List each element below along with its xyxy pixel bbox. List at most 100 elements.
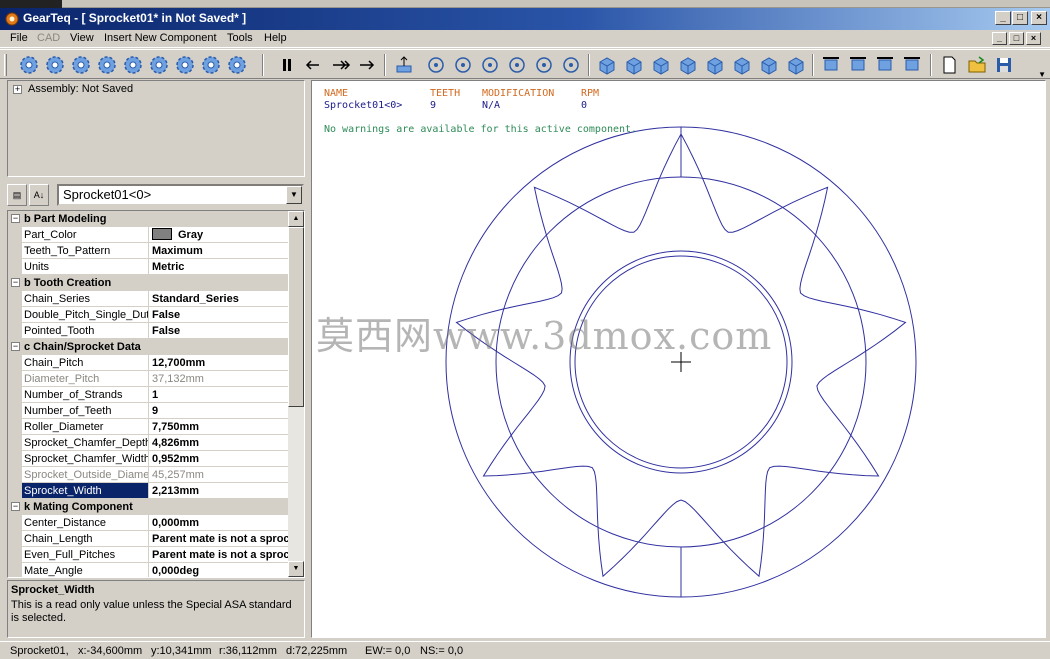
property-name[interactable]: Teeth_To_Pattern [22, 243, 149, 259]
property-row[interactable]: Sprocket_Chamfer_Width 0,952mm [8, 451, 289, 467]
tree-item-assembly[interactable]: Assembly: Not Saved [28, 83, 133, 95]
open-file-icon[interactable] [966, 54, 988, 76]
categorized-view-icon[interactable]: ▤ [7, 184, 27, 206]
view-iso-icon[interactable] [758, 54, 780, 76]
property-category[interactable]: − b Part Modeling [8, 211, 289, 227]
property-row[interactable]: Roller_Diameter 7,750mm [8, 419, 289, 435]
property-name[interactable]: Sprocket_Width [22, 483, 149, 499]
rotate-icon[interactable] [506, 54, 528, 76]
property-row[interactable]: Part_Color Gray [8, 227, 289, 243]
property-category[interactable]: − b Tooth Creation [8, 275, 289, 291]
property-name[interactable]: Sprocket_Chamfer_Depth [22, 435, 149, 451]
property-name[interactable]: Chain_Pitch [22, 355, 149, 371]
view-normal-icon[interactable] [785, 54, 807, 76]
menu-help[interactable]: Help [264, 32, 287, 44]
property-value[interactable]: False [149, 323, 289, 339]
property-row[interactable]: Number_of_Strands 1 [8, 387, 289, 403]
pulley-icon[interactable] [200, 54, 222, 76]
property-row[interactable]: Chain_Series Standard_Series [8, 291, 289, 307]
component-select[interactable]: Sprocket01<0> ▼ [57, 184, 304, 206]
property-row[interactable]: Chain_LengthParent mate is not a sprocke… [8, 531, 289, 547]
chevron-down-icon[interactable]: ▼ [286, 186, 302, 204]
property-value[interactable]: 45,257mm [149, 467, 289, 483]
property-row[interactable]: Double_Pitch_Single_Duty False [8, 307, 289, 323]
property-value[interactable]: Parent mate is not a sprocket [149, 531, 289, 547]
property-row[interactable]: Chain_Pitch 12,700mm [8, 355, 289, 371]
collapse-icon[interactable]: − [11, 278, 20, 287]
mdi-restore-button[interactable]: □ [1009, 32, 1024, 45]
menu-insert-new-component[interactable]: Insert New Component [104, 32, 217, 44]
zoom-in-icon[interactable] [479, 54, 501, 76]
view-front-icon[interactable] [596, 54, 618, 76]
property-value[interactable]: 1 [149, 387, 289, 403]
title-bar[interactable]: GearTeq - [ Sprocket01* in Not Saved* ] … [0, 8, 1050, 30]
view-bottom-icon[interactable] [677, 54, 699, 76]
close-button[interactable]: × [1031, 11, 1047, 25]
property-name[interactable]: Double_Pitch_Single_Duty [22, 307, 149, 323]
mdi-close-button[interactable]: × [1026, 32, 1041, 45]
zoom-window-icon[interactable] [452, 54, 474, 76]
property-row[interactable]: Sprocket_Outside_Diameter 45,257mm [8, 467, 289, 483]
minimize-button[interactable]: _ [995, 11, 1011, 25]
step-forward-icon[interactable] [356, 54, 378, 76]
scroll-down-icon[interactable]: ▼ [288, 561, 304, 577]
property-name[interactable]: Pointed_Tooth [22, 323, 149, 339]
menu-file[interactable]: File [10, 32, 28, 44]
property-value[interactable]: 0,000deg [149, 563, 289, 577]
property-value[interactable]: 12,700mm [149, 355, 289, 371]
view-back-icon[interactable] [623, 54, 645, 76]
property-row[interactable]: Number_of_Teeth 9 [8, 403, 289, 419]
pan-icon[interactable] [533, 54, 555, 76]
property-name[interactable]: Part_Color [22, 227, 149, 243]
property-name[interactable]: Chain_Length [22, 531, 149, 547]
menu-view[interactable]: View [70, 32, 94, 44]
view-right-icon[interactable] [731, 54, 753, 76]
property-row[interactable]: Units Metric [8, 259, 289, 275]
property-name[interactable]: Mate_Angle [22, 563, 149, 577]
property-value[interactable]: Parent mate is not a sprocket [149, 547, 289, 563]
color-swatch[interactable] [152, 228, 172, 240]
property-value[interactable]: Gray [149, 227, 289, 243]
property-row[interactable]: Center_Distance 0,000mm [8, 515, 289, 531]
property-name[interactable]: Diameter_Pitch [22, 371, 149, 387]
scroll-thumb[interactable] [288, 227, 304, 407]
property-name[interactable]: Sprocket_Outside_Diameter [22, 467, 149, 483]
rack-icon[interactable] [122, 54, 144, 76]
align-top-icon[interactable] [820, 54, 842, 76]
property-row[interactable]: Pointed_Tooth False [8, 323, 289, 339]
drawing-canvas[interactable]: NAME TEETH MODIFICATION RPM Sprocket01<0… [311, 80, 1046, 638]
property-value[interactable]: 9 [149, 403, 289, 419]
property-row[interactable]: Teeth_To_Pattern Maximum [8, 243, 289, 259]
property-name[interactable]: Center_Distance [22, 515, 149, 531]
property-value[interactable]: Metric [149, 259, 289, 275]
property-value[interactable]: False [149, 307, 289, 323]
property-name[interactable]: Number_of_Teeth [22, 403, 149, 419]
pause-icon[interactable] [276, 54, 298, 76]
scroll-up-icon[interactable]: ▲ [288, 211, 304, 227]
menu-tools[interactable]: Tools [227, 32, 253, 44]
chain-icon[interactable] [174, 54, 196, 76]
zoom-fit-icon[interactable] [425, 54, 447, 76]
collapse-icon[interactable]: − [11, 342, 20, 351]
property-row[interactable]: Sprocket_Chamfer_Depth 4,826mm [8, 435, 289, 451]
property-value[interactable]: Maximum [149, 243, 289, 259]
property-row[interactable]: Even_Full_Pitches Parent mate is not a sp… [8, 547, 289, 563]
menu-cad[interactable]: CAD [37, 32, 60, 44]
mdi-minimize-button[interactable]: _ [992, 32, 1007, 45]
toolbar-grip[interactable] [4, 54, 7, 76]
property-value[interactable]: 2,213mm [149, 483, 289, 499]
belt-icon[interactable] [226, 54, 248, 76]
step-back-icon[interactable] [302, 54, 324, 76]
view-left-icon[interactable] [704, 54, 726, 76]
property-value[interactable]: 0,000mm [149, 515, 289, 531]
sprocket-icon[interactable] [148, 54, 170, 76]
helical-gear-icon[interactable] [44, 54, 66, 76]
property-name[interactable]: Units [22, 259, 149, 275]
property-value[interactable]: Standard_Series [149, 291, 289, 307]
property-scrollbar[interactable]: ▲ ▼ [288, 211, 304, 577]
internal-gear-icon[interactable] [70, 54, 92, 76]
center-view-icon[interactable] [560, 54, 582, 76]
property-row[interactable]: Sprocket_Width 2,213mm [8, 483, 289, 499]
align-left-icon[interactable] [874, 54, 896, 76]
collapse-icon[interactable]: − [11, 214, 20, 223]
